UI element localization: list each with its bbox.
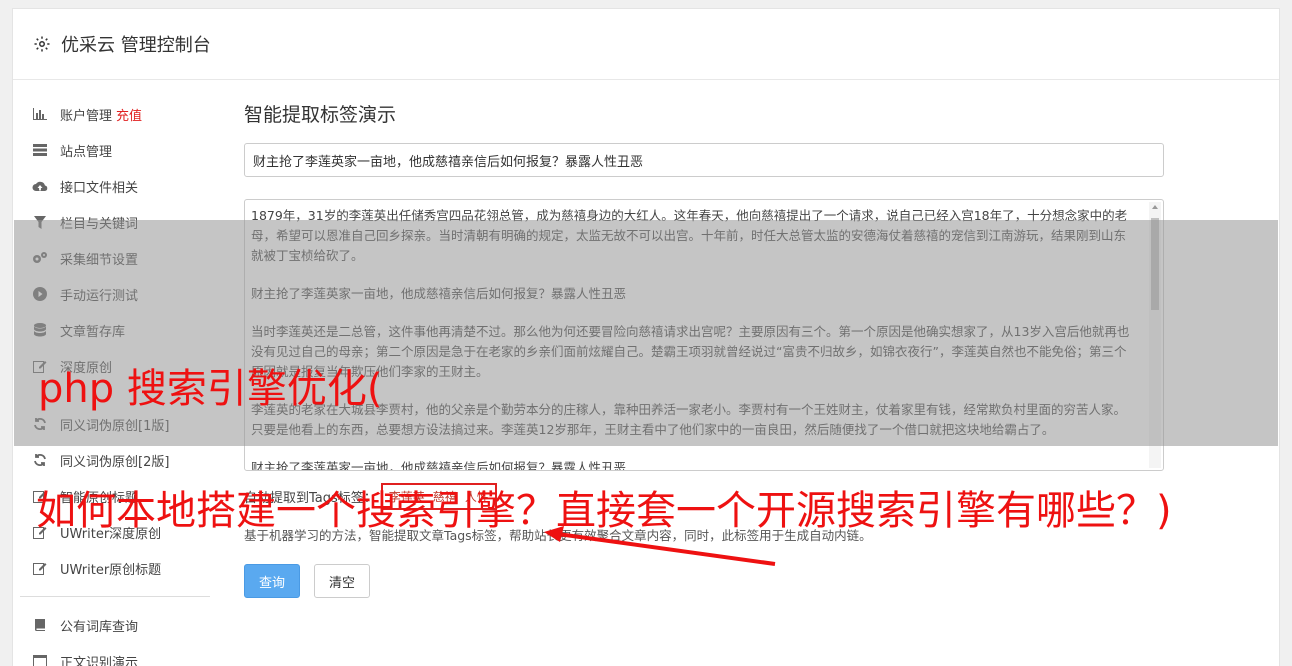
content-paragraph: 当时李莲英还是二总管，这件事他再清楚不过。那么他为何还要冒险向慈禧请求出宫呢？主…	[251, 324, 1130, 379]
cogs-icon	[32, 250, 48, 266]
content-paragraph: 李莲英的老家在大城县李贾村，他的父亲是个勤劳本分的庄稼人，靠种田养活一家老小。李…	[251, 402, 1127, 437]
content-paragraph: 财主抢了李莲英家一亩地，他成慈禧亲信后如何报复？暴露人性丑恶	[251, 286, 627, 301]
edit-icon	[32, 560, 48, 576]
cloud-upload-icon	[32, 178, 48, 194]
title-input[interactable]	[244, 143, 1164, 177]
content-paragraph: 1879年，31岁的李莲英出任储秀宫四品花翎总管，成为慈禧身边的大红人。这年春天…	[251, 208, 1128, 263]
sidebar-item-columns-keywords[interactable]: 栏目与关键词	[20, 204, 210, 240]
sidebar-item-label: UWriter深度原创	[60, 526, 162, 542]
sidebar-item-public-dictionary[interactable]: 公有词库查询	[20, 607, 210, 643]
button-row: 查询 清空	[244, 564, 1164, 598]
play-icon	[32, 286, 48, 302]
scroll-up-icon[interactable]	[1152, 205, 1158, 209]
sidebar-item-label: 采集细节设置	[60, 252, 139, 268]
sidebar-item-manual-run[interactable]: 手动运行测试	[20, 276, 210, 312]
edit-icon	[32, 524, 48, 540]
bar-chart-icon	[32, 106, 48, 122]
sidebar: 账户管理 充值 站点管理 接口文件相关 栏目与关键词 采集细节设置 手动运行测试…	[20, 96, 210, 666]
tag-item: 李莲英	[388, 489, 425, 504]
tags-row: 自动提取到Tags标签： 李莲英 慈禧 人性	[244, 481, 1164, 511]
tags-label: 自动提取到Tags标签：	[244, 490, 377, 506]
sidebar-item-collection-settings[interactable]: 采集细节设置	[20, 240, 210, 276]
sidebar-item-label: 账户管理	[60, 108, 113, 124]
edit-icon	[32, 358, 48, 374]
sidebar-item-label: 公有词库查询	[60, 619, 139, 635]
clear-button[interactable]: 清空	[314, 564, 371, 598]
database-icon	[32, 322, 48, 338]
tag-item: 慈禧	[432, 489, 457, 504]
sidebar-item-uwriter-title[interactable]: UWriter原创标题	[20, 550, 210, 586]
query-button[interactable]: 查询	[244, 564, 301, 598]
content-paragraph: 财主抢了李莲英家一亩地，他成慈禧亲信后如何报复？暴露人性丑恶	[251, 460, 627, 471]
sidebar-item-label: 接口文件相关	[60, 180, 139, 196]
sidebar-item-synonym-v2[interactable]: 同义词伪原创[2版]	[20, 442, 210, 478]
sidebar-divider	[20, 596, 210, 597]
refresh-icon	[32, 452, 48, 468]
sidebar-item-label: 智能原创标题	[60, 490, 139, 506]
page-title: 智能提取标签演示	[244, 104, 397, 126]
panel-header: 优采云 管理控制台	[13, 9, 1279, 80]
sidebar-item-interface-files[interactable]: 接口文件相关	[20, 168, 210, 204]
sidebar-item-label: 同义词伪原创[2版]	[60, 454, 170, 470]
sidebar-item-label: 站点管理	[60, 144, 113, 160]
scrollbar-thumb[interactable]	[1151, 218, 1159, 310]
edit-icon	[32, 488, 48, 504]
sidebar-item-label: 深度原创	[60, 360, 113, 376]
sidebar-item-label: 栏目与关键词	[60, 216, 139, 232]
server-icon	[32, 142, 48, 158]
sidebar-item-article-storage[interactable]: 文章暂存库	[20, 312, 210, 348]
sidebar-item-smart-title[interactable]: 智能原创标题	[20, 478, 210, 514]
sidebar-item-label: 手动运行测试	[60, 288, 139, 304]
gear-icon	[34, 36, 50, 52]
recharge-link[interactable]: 充值	[116, 105, 142, 124]
feature-description: 基于机器学习的方法，智能提取文章Tags标签，帮助站长更有效聚合文章内容，同时，…	[244, 528, 872, 543]
window-icon	[32, 653, 48, 666]
content-textarea[interactable]: 1879年，31岁的李莲英出任储秀宫四品花翎总管，成为慈禧身边的大红人。这年春天…	[244, 199, 1164, 471]
sidebar-item-label: UWriter原创标题	[60, 562, 162, 578]
sidebar-item-sites[interactable]: 站点管理	[20, 132, 210, 168]
sidebar-item-deep-original[interactable]: 深度原创	[20, 348, 210, 384]
tags-highlight-box: 李莲英 慈禧 人性	[380, 482, 497, 510]
tag-item: 人性	[464, 489, 489, 504]
sidebar-item-label: 正文识别演示	[60, 655, 139, 666]
sidebar-item-body-recognition[interactable]: 正文识别演示	[20, 643, 210, 666]
book-icon	[32, 617, 48, 633]
content-scrollbar[interactable]	[1149, 202, 1161, 468]
main-content: 智能提取标签演示 1879年，31岁的李莲英出任储秀宫四品花翎总管，成为慈禧身边…	[244, 100, 1164, 598]
refresh-icon	[32, 416, 48, 432]
sidebar-item-label: 同义词伪原创[1版]	[60, 418, 170, 434]
filter-icon	[32, 214, 48, 230]
sidebar-item-uwriter-deep[interactable]: UWriter深度原创	[20, 514, 210, 550]
sidebar-item-label: 文章暂存库	[60, 324, 126, 340]
console-title: 优采云 管理控制台	[61, 35, 211, 56]
sidebar-item-account[interactable]: 账户管理 充值	[20, 96, 210, 132]
sidebar-item-synonym-v1[interactable]: 同义词伪原创[1版]	[20, 406, 210, 442]
